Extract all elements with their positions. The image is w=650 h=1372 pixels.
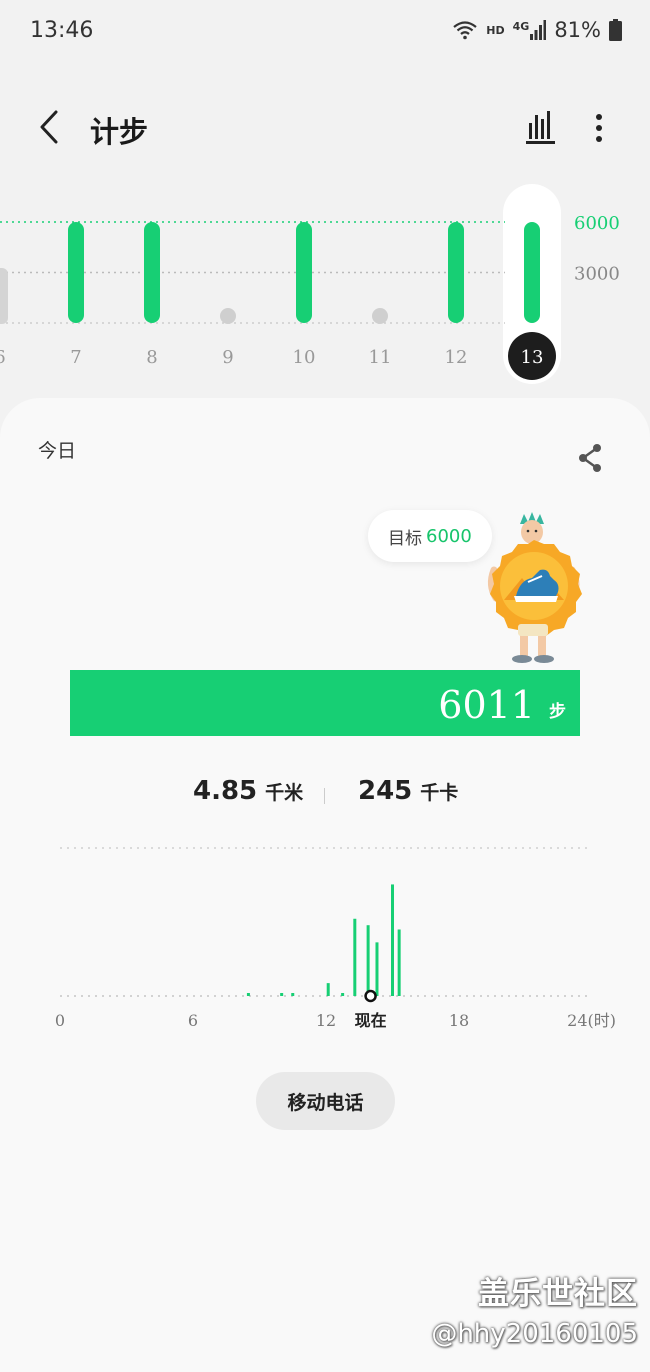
steps-count: 6011 xyxy=(438,683,535,727)
hourly-steps-chart: 0 6 12 18 24(时) 现在 xyxy=(55,847,616,1030)
steps-progress-bar: 6011 步 xyxy=(70,670,580,736)
day-bar-6 xyxy=(0,268,8,324)
signal-icon: 4G xyxy=(513,20,547,40)
today-card: 今日 目标 6000 6011 步 4.85 千米 245 千卡 0 6 12 … xyxy=(0,398,650,1372)
hourly-bar xyxy=(280,993,284,996)
hour-tick-label: 18 xyxy=(449,1011,469,1030)
goal-value: 6000 xyxy=(426,525,472,547)
back-button[interactable] xyxy=(30,107,70,147)
stats-divider xyxy=(324,788,325,804)
battery-icon xyxy=(609,19,622,41)
day-label-12: 12 xyxy=(445,347,468,368)
watermark: 盖乐世社区 @hhy20160105 xyxy=(431,1268,638,1349)
hourly-bar xyxy=(246,993,250,996)
day-bar-9 xyxy=(220,308,236,324)
app-bar: 计步 xyxy=(0,95,650,161)
share-icon xyxy=(579,444,601,472)
hourly-bar xyxy=(326,983,330,996)
trends-button[interactable] xyxy=(520,107,562,149)
day-bar-12 xyxy=(448,222,464,323)
goal-label: 目标 xyxy=(388,528,422,549)
calories-stat: 245 千卡 xyxy=(358,776,458,806)
day-label-6: 6 xyxy=(0,347,6,368)
bar-chart-icon xyxy=(526,111,555,144)
day-label-9: 9 xyxy=(222,347,233,368)
day-label-10: 10 xyxy=(293,347,316,368)
hourly-bar xyxy=(397,929,401,996)
hourly-bar xyxy=(366,925,370,996)
hourly-bar xyxy=(375,942,379,996)
hourly-bar xyxy=(341,993,345,996)
wifi-icon xyxy=(452,20,478,40)
more-vertical-icon xyxy=(596,114,602,142)
distance-stat: 4.85 千米 xyxy=(193,776,303,806)
hour-tick-label: 6 xyxy=(188,1011,198,1030)
steps-unit: 步 xyxy=(549,702,566,722)
hour-tick-label: 0 xyxy=(55,1011,65,1030)
day-label-13: 13 xyxy=(521,347,544,368)
goal-bubble: 目标 6000 xyxy=(368,510,492,562)
day-label-7: 7 xyxy=(70,347,81,368)
calories-value: 245 xyxy=(358,776,413,806)
stats-row: 4.85 千米 245 千卡 xyxy=(0,776,650,816)
mascot-illustration xyxy=(487,512,582,663)
distance-unit: 千米 xyxy=(265,782,304,804)
day-bar-11 xyxy=(372,308,388,324)
hourly-bar xyxy=(391,884,394,996)
page-title: 计步 xyxy=(90,115,149,149)
today-label: 今日 xyxy=(38,440,77,462)
more-options-button[interactable] xyxy=(584,107,614,149)
daily-steps-chart[interactable]: 6000 3000 6 7 8 9 10 11 12 13 xyxy=(0,180,650,390)
status-bar: 13:46 HD 4G 81% xyxy=(0,0,650,62)
day-label-8: 8 xyxy=(146,347,157,368)
hd-indicator: HD xyxy=(486,23,505,37)
gridline-label-3000: 3000 xyxy=(574,264,620,285)
now-label: 现在 xyxy=(355,1011,387,1030)
hourly-bar xyxy=(353,918,357,996)
day-bar-10 xyxy=(296,222,312,323)
now-marker xyxy=(364,989,377,1003)
watermark-site: 盖乐世社区 xyxy=(478,1276,638,1312)
day-bar-8 xyxy=(144,222,160,323)
hour-tick-label: 24(时) xyxy=(567,1011,616,1030)
back-arrow-icon xyxy=(40,110,58,144)
calories-unit: 千卡 xyxy=(420,782,459,804)
distance-value: 4.85 xyxy=(193,776,258,806)
hourly-bar xyxy=(291,993,295,996)
share-button[interactable] xyxy=(572,440,608,476)
battery-percent: 81% xyxy=(554,18,601,42)
watermark-user: @hhy20160105 xyxy=(431,1319,638,1349)
day-bar-13 xyxy=(524,222,540,323)
status-time: 13:46 xyxy=(30,18,94,43)
day-bar-7 xyxy=(68,222,84,323)
network-type: 4G xyxy=(512,20,530,33)
gridline-label-6000: 6000 xyxy=(574,213,620,234)
device-source-button[interactable]: 移动电话 xyxy=(256,1072,395,1130)
hour-tick-label: 12 xyxy=(316,1011,336,1030)
status-icons: HD 4G 81% xyxy=(452,18,622,42)
day-label-11: 11 xyxy=(369,347,392,368)
